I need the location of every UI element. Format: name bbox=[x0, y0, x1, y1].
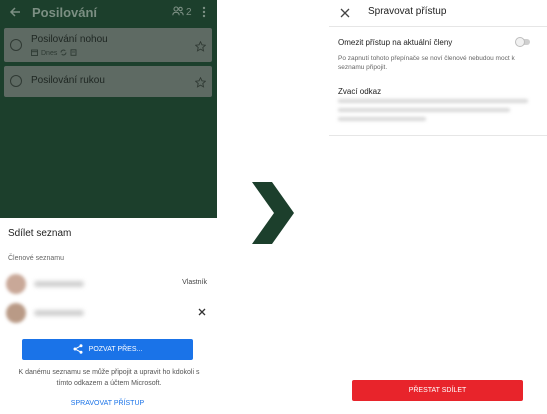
share-icon bbox=[73, 343, 83, 356]
back-arrow-icon[interactable] bbox=[8, 5, 22, 19]
stop-sharing-label: PŘESTAT SDÍLET bbox=[408, 387, 467, 394]
task-meta: Dnes bbox=[31, 49, 77, 58]
stop-sharing-button[interactable]: PŘESTAT SDÍLET bbox=[352, 380, 523, 401]
limit-access-toggle[interactable] bbox=[515, 37, 530, 47]
limit-access-label: Omezit přístup na aktuální členy bbox=[338, 38, 453, 47]
sheet-title: Sdílet seznam bbox=[8, 228, 72, 239]
divider bbox=[329, 26, 547, 27]
close-icon[interactable] bbox=[197, 307, 207, 317]
invite-button-label: POZVAT PŘES... bbox=[88, 346, 143, 353]
avatar bbox=[6, 274, 26, 294]
calendar-icon bbox=[31, 49, 38, 58]
invite-via-button[interactable]: POZVAT PŘES... bbox=[22, 339, 193, 360]
member-role: Vlastník bbox=[182, 279, 207, 286]
share-sheet: Sdílet seznam Členové seznamu Vlastník P… bbox=[0, 218, 217, 414]
list-view-dimmed: Posilování 2 Posilování nohou Dnes Posil… bbox=[0, 0, 217, 218]
app-bar: Posilování 2 bbox=[0, 0, 217, 26]
invite-link-label: Zvací odkaz bbox=[338, 87, 382, 96]
member-row: Vlastník bbox=[6, 274, 211, 294]
complete-checkbox[interactable] bbox=[10, 39, 22, 51]
members-button[interactable]: 2 bbox=[172, 6, 192, 19]
chevron-right-icon bbox=[252, 182, 294, 244]
manage-access-screen: Spravovat přístup Omezit přístup na aktu… bbox=[329, 0, 547, 414]
more-vert-icon[interactable] bbox=[200, 5, 208, 19]
page-title: Spravovat přístup bbox=[368, 6, 447, 17]
toggle-knob bbox=[515, 37, 525, 47]
member-count: 2 bbox=[186, 7, 192, 18]
left-screen: Posilování 2 Posilování nohou Dnes Posil… bbox=[0, 0, 217, 414]
invite-link-redacted[interactable] bbox=[338, 99, 533, 121]
share-info-text: K danému seznamu se může připojit a upra… bbox=[18, 369, 200, 387]
list-title: Posilování bbox=[32, 5, 98, 20]
task-item[interactable]: Posilování nohou Dnes bbox=[4, 28, 212, 62]
manage-access-link[interactable]: SPRAVOVAT PŘÍSTUP bbox=[0, 400, 215, 407]
member-name-redacted bbox=[34, 310, 84, 316]
avatar bbox=[6, 303, 26, 323]
complete-checkbox[interactable] bbox=[10, 75, 22, 87]
star-outline-icon[interactable] bbox=[194, 39, 207, 52]
task-name: Posilování rukou bbox=[31, 75, 105, 86]
members-label: Členové seznamu bbox=[8, 255, 65, 262]
task-name: Posilování nohou bbox=[31, 34, 108, 45]
people-icon bbox=[172, 6, 184, 19]
task-due: Dnes bbox=[41, 50, 58, 57]
task-item[interactable]: Posilování rukou bbox=[4, 66, 212, 97]
repeat-icon bbox=[60, 49, 67, 58]
member-row bbox=[6, 303, 211, 323]
star-outline-icon[interactable] bbox=[194, 75, 207, 88]
close-icon[interactable] bbox=[339, 7, 351, 19]
limit-access-description: Po zapnutí tohoto přepínače se noví člen… bbox=[338, 55, 515, 71]
note-icon bbox=[70, 49, 77, 58]
divider bbox=[329, 135, 547, 136]
member-name-redacted bbox=[34, 281, 84, 287]
